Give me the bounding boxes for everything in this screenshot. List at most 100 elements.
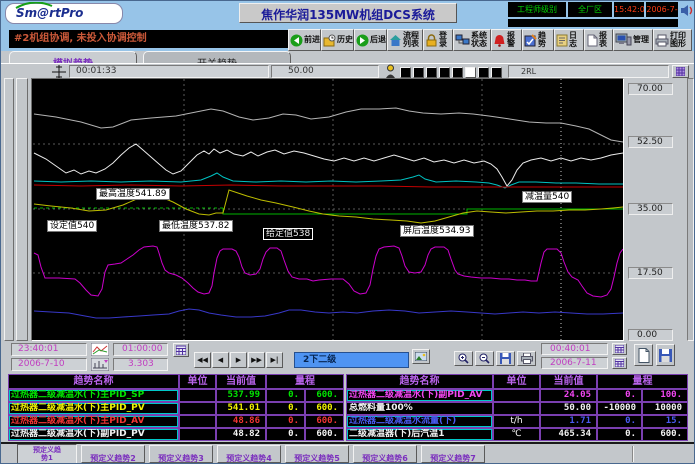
crosshair-cursor-icon[interactable] [52,65,66,79]
login-button[interactable]: 登录 [423,29,453,51]
system-status-icon [455,34,470,47]
pen-select-2[interactable] [413,67,424,78]
col-header-current: 当前值 [540,374,597,389]
trend-curve-houqiwen[interactable] [34,108,623,142]
predefined-trend-tab-3[interactable]: 预定义趋势3 [149,445,213,463]
end-time-calendar-button[interactable] [612,343,627,355]
process-list-button[interactable]: 流程列表 [387,29,423,51]
table-row[interactable]: 过热器二级减温水流量(下) t/h 1.71 0. 15. [346,415,688,428]
left-splitter[interactable] [4,78,14,341]
table-row[interactable]: 过热器二级减温水(下)主PID_AV 48.86 0. 600. [8,415,344,428]
operator-icon[interactable] [384,64,397,79]
predefined-trend-tab-7[interactable]: 预定义趋势7 [421,445,485,463]
alarm-button[interactable]: 报警 [491,29,522,51]
predefined-trend-tab-1[interactable]: 预定义趋势1 [17,444,77,464]
green-right-arrow-icon [356,34,369,47]
right-scroll-strip[interactable] [687,78,694,341]
time-scale-icon[interactable] [91,358,109,371]
picture-button[interactable] [412,349,430,364]
trend-name: 过热器二级减温水(下)主PID_AV [8,415,179,428]
print-graphic-button[interactable]: 打印图形 [653,29,692,51]
history-button[interactable]: 历史 [321,29,354,51]
printer-icon [655,34,669,47]
trend-curve-flow[interactable] [34,309,623,318]
nav-fast-forward-button[interactable]: ▶▶ [248,352,265,368]
table-row[interactable]: 过热器二级减温水(下)副PID_AV 24.05 0. 100. [346,389,688,402]
time-span-field[interactable]: 00:01:33 [69,65,269,78]
nav-next-button[interactable]: ▶ [230,352,247,368]
report-button[interactable]: 报表 [584,29,613,51]
zoom-in-button[interactable] [454,351,473,366]
trend-curve-fuel[interactable] [34,144,623,186]
start-date-field[interactable]: 2006-7-10 [11,358,87,371]
end-date-calendar-button[interactable] [612,357,627,369]
pen-select-5[interactable] [452,67,463,78]
trend-button[interactable]: 趋势 [522,29,554,51]
pen-select-3[interactable] [426,67,437,78]
trend-plot[interactable] [32,79,623,340]
history-icon [323,34,336,47]
trend-range-max: 600. [305,402,344,415]
nav-first-button[interactable]: ◀◀ [194,352,211,368]
trend-unit [179,428,216,441]
save-trend-button[interactable] [496,351,515,366]
log-button[interactable]: 日志 [554,29,584,51]
trend-current-value: 537.99 [216,389,266,402]
trend-unit [179,389,216,402]
trend-range-min: 0. [597,428,642,441]
table-header-row: 趋势名称 单位 当前值 量程 [346,374,688,389]
system-status-button[interactable]: 系统状态 [453,29,491,51]
new-page-icon [638,348,650,363]
pen-select-7[interactable] [478,67,489,78]
print-trend-button[interactable] [517,351,536,366]
alarm-message-box[interactable]: #2机组协调, 未投入协调控制 [9,30,319,48]
table-row[interactable]: 总燃料量100% 50.00 -10000 10000 [346,402,688,415]
table-row[interactable]: 过热器二级减温水(下)主PID_PV 541.01 0. 600. [8,402,344,415]
trend-table-left: 趋势名称 单位 当前值 量程 过热器二级减温水(下)主PID_SP 537.99… [8,374,344,441]
scale-field[interactable]: 3.303 [113,358,168,371]
nav-prev-button[interactable]: ◀ [212,352,229,368]
nav-last-button[interactable]: ▶| [266,352,283,368]
start-time-field[interactable]: 23:40:01 [11,343,87,356]
save-file-button[interactable] [656,344,675,366]
logo-swoosh-icon [14,2,54,10]
scale-value-field[interactable]: 50.00 [271,65,379,78]
lock-icon [425,34,438,47]
zoom-out-button[interactable] [475,351,494,366]
predefined-trend-tab-6[interactable]: 预定义趋势6 [353,445,417,463]
manage-button[interactable]: 管理 [613,29,653,51]
nav-forward-button[interactable]: 前进 [288,29,321,51]
trend-range-min: 0. [597,389,642,402]
predefined-trend-tab-5[interactable]: 预定义趋势5 [285,445,349,463]
pen-select-6[interactable] [465,67,476,78]
trend-curve-zhupv[interactable] [34,190,623,223]
span-field[interactable]: 01:00:00 [113,343,168,356]
calendar-icon [615,345,624,353]
nav-back-button[interactable]: 后退 [354,29,387,51]
grid-settings-button[interactable] [672,65,689,78]
pen-tag-field[interactable]: 2RL [508,65,669,78]
end-time-field[interactable]: 00:40:01 [541,343,608,355]
table-row[interactable]: 过热器二级减温水(下)副PID_PV 48.82 0. 600. [8,428,344,441]
end-date-field[interactable]: 2006-7-11 [541,357,608,369]
calendar-button[interactable] [173,343,189,357]
table-row[interactable]: 过热器二级减温水(下)主PID_SP 537.99 0. 600. [8,389,344,402]
pen-select-1[interactable] [400,67,411,78]
speaker-icon[interactable] [680,4,694,17]
predefined-trend-tab-2[interactable]: 预定义趋势2 [81,445,145,463]
col-header-unit: 单位 [493,374,540,389]
report-icon [586,34,598,47]
mini-trend-icon[interactable] [91,343,109,356]
dcs-window: Sm@rtPro 焦作华润135MW机组DCS系统 工程师级别 全厂区 15:4… [0,0,695,464]
new-document-button[interactable] [634,344,653,366]
trend-range-max: 600. [642,428,688,441]
trend-range-min: -10000 [597,402,642,415]
table-row[interactable]: 二级减温器(下)后汽温1 ℃ 465.34 0. 600. [346,428,688,441]
pen-select-8[interactable] [491,67,502,78]
trend-curve-zhuav[interactable] [34,185,623,187]
trend-group-select[interactable]: 2下二级 [294,352,409,368]
trend-curve-fuav[interactable] [34,246,623,297]
predefined-trend-tab-4[interactable]: 预定义趋势4 [217,445,281,463]
pen-select-4[interactable] [439,67,450,78]
clock-time: 15:42:08 [614,2,644,17]
